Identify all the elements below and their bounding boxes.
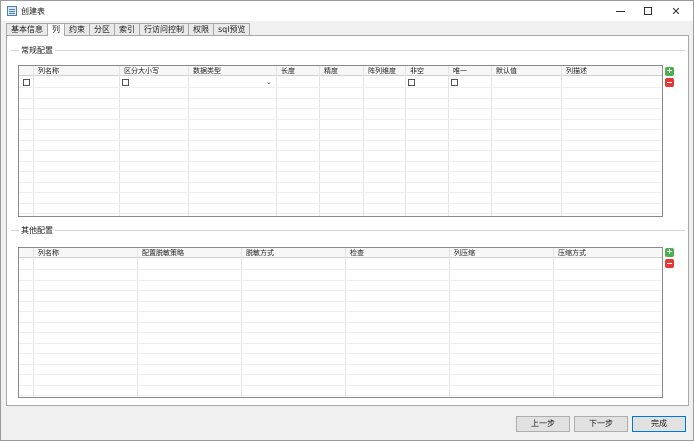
maximize-icon [644, 7, 652, 15]
general-config-header: 列名称 区分大小写 数据类型 长度 精度 阵列维度 非空 唯一 默认值 列描述 [19, 66, 662, 76]
grid-column-divider [33, 66, 34, 216]
grid-column-divider [561, 66, 562, 216]
grid-row-divider [19, 343, 662, 344]
col-header-case-sensitive: 区分大小写 [124, 67, 159, 75]
grid-row-divider [19, 364, 662, 365]
other-config-title: 其他配置 [19, 225, 55, 236]
grid-row-divider [19, 290, 662, 291]
minimize-button[interactable] [605, 1, 635, 21]
col-header-name: 列名称 [38, 67, 59, 75]
tab-columns[interactable]: 列 [47, 23, 65, 36]
grid-row-divider [19, 311, 662, 312]
close-icon: ✕ [671, 4, 681, 18]
remove-other-config-button[interactable] [665, 259, 674, 268]
general-config-title: 常规配置 [19, 45, 55, 56]
col-header-not-null: 非空 [410, 67, 424, 75]
col-header-comment: 列描述 [566, 67, 587, 75]
other-config-header: 列名称 配置脱敏策略 脱敏方式 检查 列压缩 压缩方式 [19, 248, 662, 258]
grid-row-divider [19, 161, 662, 162]
col-header-compression-method: 压缩方式 [558, 249, 586, 257]
tab-constraints[interactable]: 约束 [64, 23, 90, 35]
tab-basic-info[interactable]: 基本信息 [6, 23, 48, 35]
grid-row-divider [19, 385, 662, 386]
grid-row-divider [19, 322, 662, 323]
not-null-checkbox[interactable] [408, 79, 415, 86]
remove-column-button[interactable] [665, 78, 674, 87]
maximize-button[interactable] [633, 1, 663, 21]
grid-row-divider [19, 87, 662, 88]
col-header-default: 默认值 [496, 67, 517, 75]
col-header-name: 列名称 [38, 249, 59, 257]
add-other-config-button[interactable]: + [665, 248, 674, 257]
col-header-check: 检查 [350, 249, 364, 257]
next-step-button[interactable]: 下一步 [574, 416, 628, 432]
grid-row-divider [19, 108, 662, 109]
grid-row-divider [19, 98, 662, 99]
general-config-grid[interactable]: 列名称 区分大小写 数据类型 长度 精度 阵列维度 非空 唯一 默认值 列描述 … [18, 65, 663, 217]
col-header-precision: 精度 [324, 67, 338, 75]
title-bar: 创建表 ✕ [1, 1, 693, 21]
grid-row-divider [19, 332, 662, 333]
grid-row-divider [19, 301, 662, 302]
grid-column-divider [363, 66, 364, 216]
grid-row-divider [19, 374, 662, 375]
grid-row-divider [19, 269, 662, 270]
grid-row-divider [19, 150, 662, 151]
prev-step-button[interactable]: 上一步 [516, 416, 570, 432]
grid-row-divider [19, 171, 662, 172]
grid-column-divider [491, 66, 492, 216]
minimize-icon [615, 10, 625, 12]
grid-row-divider [19, 192, 662, 193]
grid-row-divider [19, 395, 662, 396]
row-select-checkbox[interactable] [23, 79, 30, 86]
case-sensitive-checkbox[interactable] [122, 79, 129, 86]
col-header-masking-policy: 配置脱敏策略 [142, 249, 184, 257]
create-table-dialog: 创建表 ✕ 基本信息 列 约束 分区 索引 行访问控制 权限 sql预览 常规配… [0, 0, 694, 441]
grid-column-divider [276, 66, 277, 216]
grid-column-divider [188, 66, 189, 216]
grid-row-divider [19, 119, 662, 120]
tab-sql-preview[interactable]: sql预览 [213, 23, 251, 35]
grid-row-divider [19, 353, 662, 354]
tab-row-access-control[interactable]: 行访问控制 [139, 23, 189, 35]
grid-column-divider [448, 66, 449, 216]
tab-bar: 基本信息 列 约束 分区 索引 行访问控制 权限 sql预览 [6, 23, 251, 36]
grid-column-divider [319, 66, 320, 216]
col-header-array-dims: 阵列维度 [368, 67, 396, 75]
col-header-unique: 唯一 [453, 67, 467, 75]
add-column-button[interactable]: + [665, 67, 674, 76]
unique-checkbox[interactable] [451, 79, 458, 86]
tab-permissions[interactable]: 权限 [188, 23, 214, 35]
col-header-length: 长度 [281, 67, 295, 75]
col-header-masking-method: 脱敏方式 [246, 249, 274, 257]
grid-row-divider [19, 213, 662, 214]
tab-content-columns: 常规配置 列名称 区分大小写 数据类型 长度 精度 阵列维度 非空 唯一 默认值… [6, 35, 689, 406]
grid-column-divider [119, 66, 120, 216]
table-icon [7, 6, 17, 16]
grid-row-divider [19, 203, 662, 204]
grid-row-divider [19, 129, 662, 130]
chevron-down-icon[interactable]: ⌄ [266, 78, 272, 86]
grid-column-divider [405, 66, 406, 216]
finish-button[interactable]: 完成 [632, 416, 686, 432]
col-header-data-type: 数据类型 [193, 67, 221, 75]
grid-row-divider [19, 182, 662, 183]
tab-partitions[interactable]: 分区 [89, 23, 115, 35]
other-config-grid[interactable]: 列名称 配置脱敏策略 脱敏方式 检查 列压缩 压缩方式 [18, 247, 663, 398]
col-header-column-compression: 列压缩 [454, 249, 475, 257]
grid-row-divider [19, 280, 662, 281]
grid-row-divider [19, 140, 662, 141]
window-title: 创建表 [21, 7, 45, 16]
tab-indexes[interactable]: 索引 [114, 23, 140, 35]
close-button[interactable]: ✕ [661, 1, 691, 21]
